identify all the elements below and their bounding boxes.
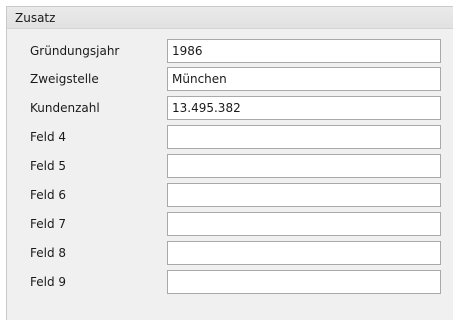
feld-7-input[interactable] [167, 212, 441, 236]
form-row-feld-5: Feld 5 [7, 154, 453, 178]
zusatz-panel: Zusatz Gründungsjahr Zweigstelle Kundenz… [6, 6, 453, 320]
feld-7-label: Feld 7 [30, 217, 67, 231]
form-row-feld-7: Feld 7 [7, 212, 453, 236]
form-row-feld-6: Feld 6 [7, 183, 453, 207]
gruendungsjahr-label: Gründungsjahr [30, 44, 120, 58]
feld-9-label: Feld 9 [30, 275, 67, 289]
feld-4-input[interactable] [167, 125, 441, 149]
form-row-gruendungsjahr: Gründungsjahr [7, 39, 453, 63]
gruendungsjahr-input[interactable] [167, 39, 441, 63]
zweigstelle-input[interactable] [167, 67, 441, 91]
form-row-feld-8: Feld 8 [7, 241, 453, 265]
form-row-kundenzahl: Kundenzahl [7, 96, 453, 120]
zweigstelle-label: Zweigstelle [30, 72, 99, 86]
form-row-feld-4: Feld 4 [7, 125, 453, 149]
feld-4-label: Feld 4 [30, 130, 67, 144]
kundenzahl-input[interactable] [167, 96, 441, 120]
kundenzahl-label: Kundenzahl [30, 101, 100, 115]
feld-5-label: Feld 5 [30, 159, 67, 173]
feld-5-input[interactable] [167, 154, 441, 178]
feld-6-input[interactable] [167, 183, 441, 207]
panel-header: Zusatz [7, 7, 453, 29]
panel-title: Zusatz [15, 11, 56, 25]
feld-6-label: Feld 6 [30, 188, 67, 202]
form-row-feld-9: Feld 9 [7, 270, 453, 294]
feld-8-input[interactable] [167, 241, 441, 265]
feld-9-input[interactable] [167, 270, 441, 294]
feld-8-label: Feld 8 [30, 246, 67, 260]
form-row-zweigstelle: Zweigstelle [7, 67, 453, 91]
